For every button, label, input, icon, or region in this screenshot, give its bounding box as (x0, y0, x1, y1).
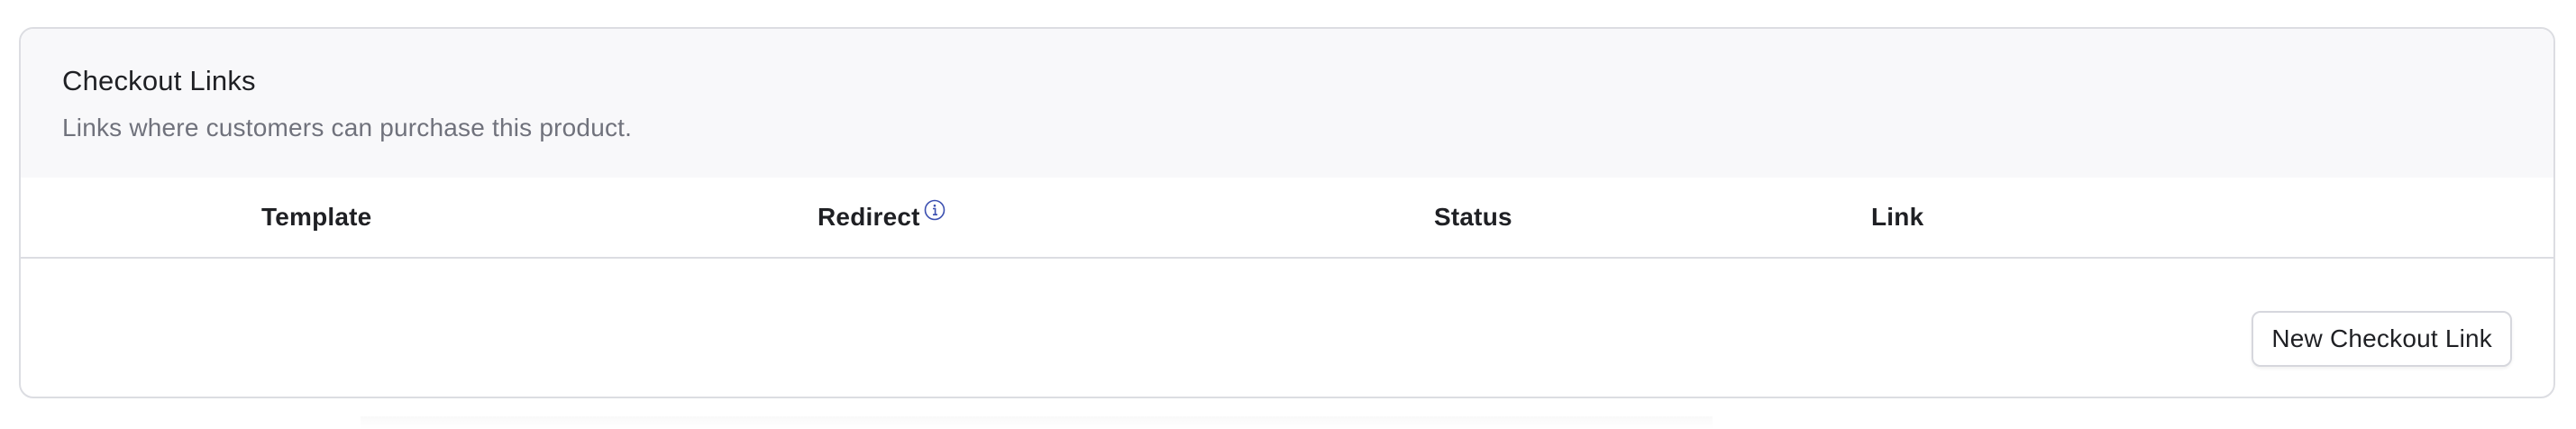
column-header-status: Status (1434, 203, 1512, 231)
checkout-links-card: Checkout Links Links where customers can… (19, 27, 2555, 398)
card-subtitle: Links where customers can purchase this … (62, 114, 633, 141)
column-header-template: Template (261, 203, 372, 231)
info-icon[interactable] (924, 199, 945, 221)
new-checkout-link-button[interactable]: New Checkout Link (2252, 311, 2512, 367)
card-header: Checkout Links Links where customers can… (21, 29, 2553, 178)
card-title: Checkout Links (62, 65, 256, 96)
table-header: Template Redirect Status Link (21, 178, 2553, 259)
bottom-shadow (361, 416, 1713, 429)
card-footer: New Checkout Link (21, 259, 2553, 397)
column-header-link: Link (1871, 203, 1924, 231)
column-header-redirect: Redirect (818, 203, 920, 231)
